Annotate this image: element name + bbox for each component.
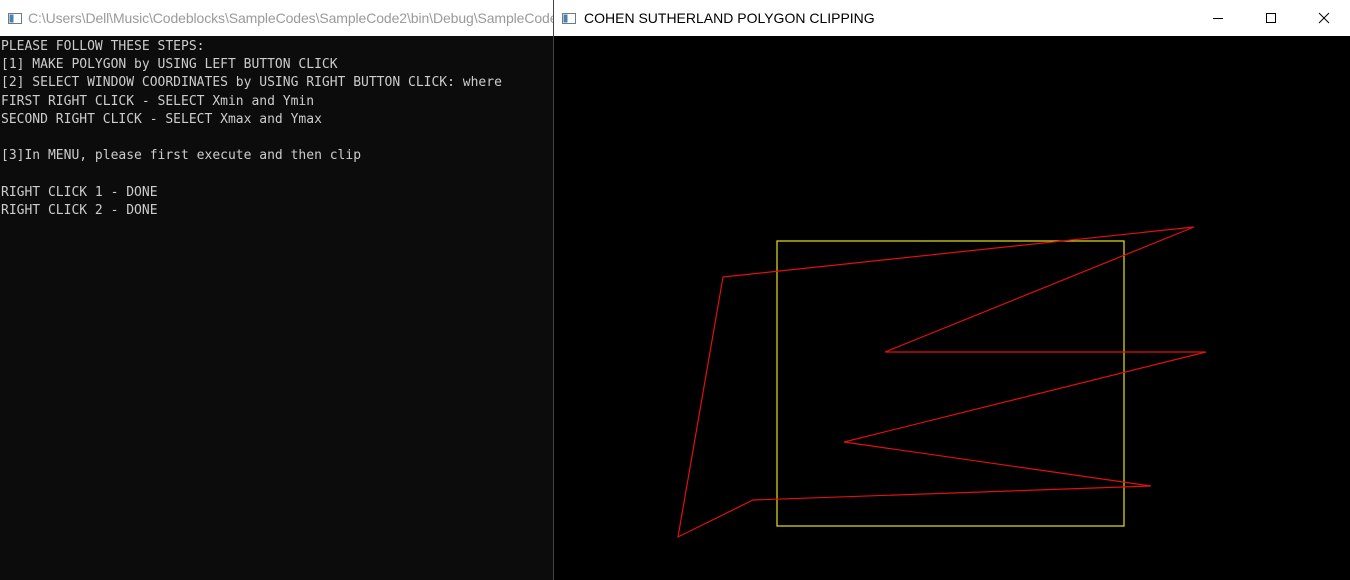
console-output[interactable]: PLEASE FOLLOW THESE STEPS: [1] MAKE POLY… — [0, 36, 553, 580]
console-line: [3]In MENU, please first execute and the… — [1, 148, 362, 164]
desktop: C:\Users\Dell\Music\Codeblocks\SampleCod… — [0, 0, 1350, 580]
console-app-icon — [8, 12, 22, 24]
graphics-window[interactable]: COHEN SUTHERLAND POLYGON CLIPPING — [553, 0, 1350, 580]
graphics-app-icon — [562, 12, 576, 24]
console-titlebar[interactable]: C:\Users\Dell\Music\Codeblocks\SampleCod… — [0, 0, 560, 36]
console-line: PLEASE FOLLOW THESE STEPS: — [1, 39, 205, 54]
minimize-button[interactable] — [1191, 0, 1244, 36]
minimize-icon — [1212, 18, 1223, 19]
console-line: [1] MAKE POLYGON by USING LEFT BUTTON CL… — [1, 57, 338, 73]
close-button[interactable] — [1297, 0, 1350, 36]
console-line: RIGHT CLICK 1 - DONE — [1, 184, 158, 200]
graphics-window-title: COHEN SUTHERLAND POLYGON CLIPPING — [584, 10, 875, 26]
window-controls — [1191, 0, 1350, 36]
close-icon — [1318, 12, 1329, 24]
console-window-title: C:\Users\Dell\Music\Codeblocks\SampleCod… — [28, 10, 560, 26]
drawing-surface[interactable] — [554, 36, 1350, 580]
console-line: SECOND RIGHT CLICK - SELECT Xmax and Yma… — [1, 111, 322, 127]
console-line: RIGHT CLICK 2 - DONE — [1, 202, 158, 218]
maximize-button[interactable] — [1244, 0, 1297, 36]
console-window[interactable]: C:\Users\Dell\Music\Codeblocks\SampleCod… — [0, 0, 560, 580]
clipping-window-rectangle — [776, 240, 1125, 527]
drawing-canvas[interactable] — [554, 36, 1350, 580]
user-polygon — [677, 226, 1207, 539]
graphics-titlebar[interactable]: COHEN SUTHERLAND POLYGON CLIPPING — [554, 0, 1350, 36]
maximize-icon — [1265, 13, 1276, 23]
console-line: FIRST RIGHT CLICK - SELECT Xmin and Ymin — [1, 93, 315, 109]
console-line: [2] SELECT WINDOW COORDINATES by USING R… — [1, 75, 502, 91]
